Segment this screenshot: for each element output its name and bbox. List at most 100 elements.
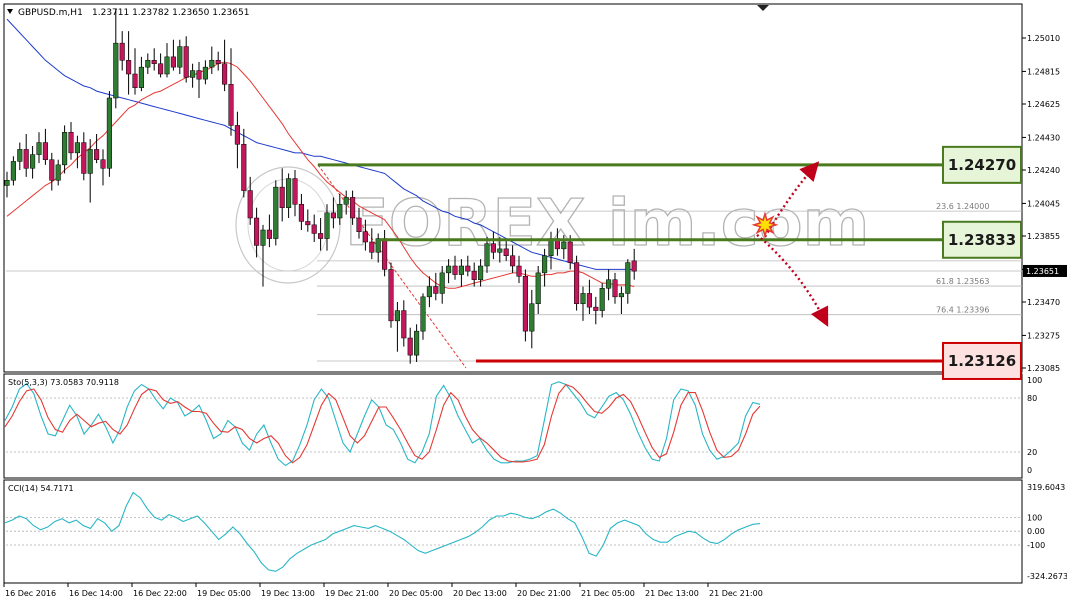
candle-body (170, 56, 176, 68)
candle (318, 218, 324, 251)
candle-body (151, 60, 157, 64)
price-tick-label: 1.23085 (1027, 364, 1060, 373)
candle-body (119, 42, 125, 61)
candle-body (55, 164, 61, 181)
candle (202, 60, 208, 85)
candle-body (490, 243, 496, 253)
candle-body (362, 231, 368, 243)
candle (132, 48, 138, 95)
symbol-label: GBPUSD.m,H1 (18, 8, 83, 18)
candle (74, 135, 80, 169)
candle-body (631, 260, 637, 272)
candle-body (17, 149, 23, 162)
candle-body (254, 217, 260, 246)
candle (119, 31, 125, 71)
candle (574, 255, 580, 311)
fibonacci-label: 61.8 1.23563 (936, 277, 989, 286)
candle (158, 53, 164, 78)
candle-body (330, 212, 336, 219)
candle-body (209, 60, 215, 68)
cci-panel: 319.6043 100 0.00 -100 -324.2673 CCI(14) 54.7… (4, 483, 1067, 581)
candle-body (126, 60, 132, 75)
candle-body (394, 310, 400, 322)
candle (196, 62, 202, 98)
candle-body (215, 60, 221, 64)
candle-body (350, 197, 356, 219)
candle (586, 279, 592, 314)
candle (414, 324, 420, 362)
current-price-label: 1.23651 (1026, 267, 1059, 276)
price-tick-label: 1.24240 (1027, 166, 1060, 175)
candle-body (599, 288, 605, 311)
candle-body (202, 66, 208, 80)
candle-body (510, 255, 516, 267)
candle-body (132, 73, 138, 88)
dropdown-arrow-icon[interactable] (7, 9, 13, 14)
support-level-label: 1.23126 (948, 352, 1016, 370)
stoch-panel-frame (3, 373, 1023, 479)
candle (228, 48, 234, 136)
stoch-tick-label: 20 (1027, 448, 1037, 457)
candle-body (183, 46, 189, 78)
candle (62, 125, 68, 174)
candle-body (10, 161, 16, 181)
candle (10, 156, 16, 186)
candle-body (106, 97, 112, 169)
time-tick-label: 20 Dec 13:00 (453, 589, 507, 598)
candle-body (414, 330, 420, 356)
candle (170, 39, 176, 71)
candle (458, 259, 464, 287)
candle-body (318, 233, 324, 239)
candle (126, 31, 132, 95)
candle-body (36, 142, 42, 155)
time-axis: 16 Dec 2016 16 Dec 14:00 16 Dec 22:00 19 De… (3, 583, 763, 598)
candle-body (234, 125, 240, 145)
candle-body (497, 248, 503, 253)
candle-body (586, 293, 592, 308)
candle (55, 159, 61, 186)
candle (478, 259, 484, 287)
candle (439, 266, 445, 304)
corner-arrow-icon (757, 5, 769, 11)
candle (580, 286, 586, 321)
candle (599, 283, 605, 318)
candle (388, 262, 394, 328)
candle (292, 170, 298, 217)
candle-body (190, 70, 196, 78)
candle-body (503, 248, 509, 256)
cci-title: CCI(14) 54.7171 (8, 484, 74, 493)
candle-body (113, 42, 119, 99)
candle (305, 209, 311, 232)
ohlc-values: 1.23711 1.23782 1.23650 1.23651 (92, 8, 249, 18)
candle (279, 168, 285, 222)
candle-body (529, 303, 535, 332)
candle-body (369, 241, 375, 253)
cci-tick-label: 100 (1027, 513, 1042, 522)
chart-canvas: FOREX im.com 1.250101.248151.246251.2443… (3, 3, 1067, 598)
candle-body (618, 293, 624, 298)
candle (330, 197, 336, 229)
candle-body (606, 279, 612, 289)
candle-body (516, 265, 522, 277)
candle-body (401, 310, 407, 339)
candle-body (177, 46, 183, 68)
cci-tick-label: -100 (1027, 541, 1045, 550)
candle-body (433, 286, 439, 294)
price-tick-label: 1.24625 (1027, 100, 1060, 109)
chart-header: GBPUSD.m,H1 1.23711 1.23782 1.23650 1.23… (7, 8, 249, 18)
candle (151, 48, 157, 71)
candle-body (87, 149, 93, 174)
candle (183, 36, 189, 83)
candle-body (68, 132, 74, 154)
time-tick-label: 16 Dec 14:00 (69, 589, 123, 598)
candle (446, 259, 452, 284)
candle-body (388, 269, 394, 322)
candle (138, 56, 144, 92)
candle-body (100, 159, 106, 169)
price-tick-label: 1.24815 (1027, 67, 1060, 76)
candle-body (426, 286, 432, 298)
candle-body (439, 272, 445, 294)
candle-body (625, 262, 631, 294)
time-tick-label: 16 Dec 22:00 (133, 589, 187, 598)
candle (401, 300, 407, 347)
